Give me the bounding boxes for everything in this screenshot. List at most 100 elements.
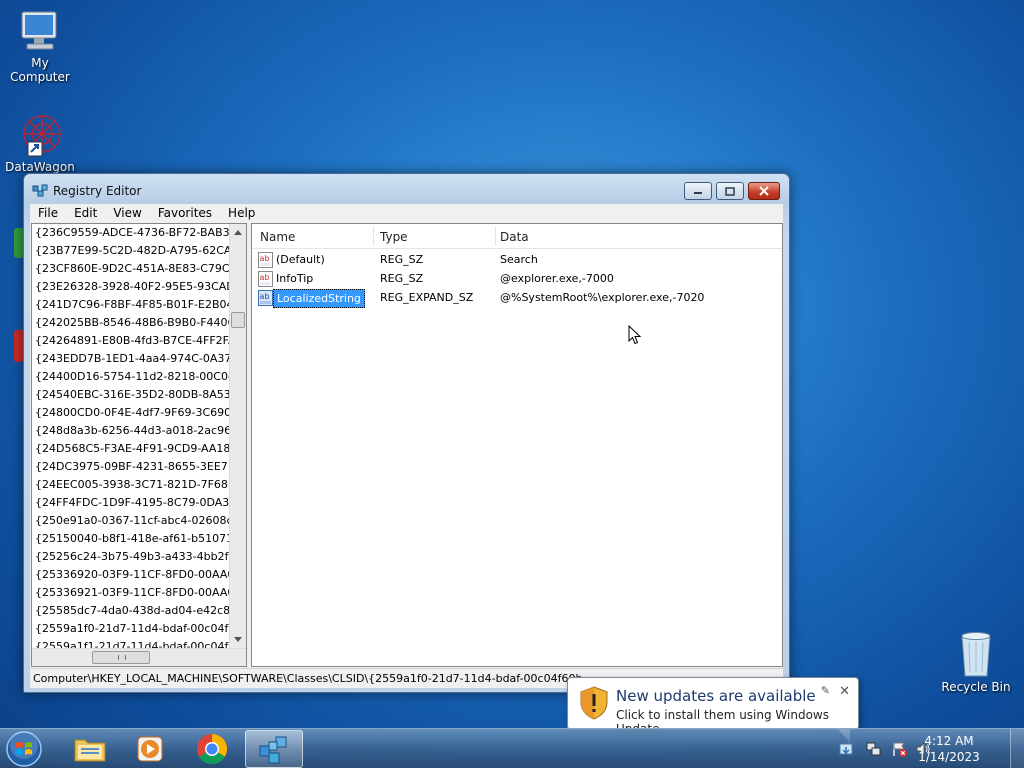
desktop-icon-my-computer[interactable]: My Computer	[0, 8, 80, 84]
tree-item[interactable]: {241D7C96-F8BF-4F85-B01F-E2B0433	[32, 296, 230, 314]
tree-item[interactable]: {24EEC005-3938-3C71-821D-7F68FD8	[32, 476, 230, 494]
tree-item[interactable]: {242025BB-8546-48B6-B9B0-F4406C5	[32, 314, 230, 332]
string-value-icon: ab	[258, 252, 273, 268]
action-center-tray-icon[interactable]	[891, 741, 907, 757]
taskbar-regedit-button[interactable]	[245, 730, 303, 768]
menu-bar: File Edit View Favorites Help	[30, 204, 783, 222]
tree-item[interactable]: {2559a1f1-21d7-11d4-bdaf-00c04f60	[32, 638, 230, 648]
tree-item[interactable]: {25256c24-3b75-49b3-a433-4bb2f886	[32, 548, 230, 566]
recycle-bin-icon	[961, 632, 991, 677]
tree-item[interactable]: {25336921-03F9-11CF-8FD0-00AA006	[32, 584, 230, 602]
mouse-cursor-icon	[628, 325, 642, 345]
tree-item[interactable]: {25150040-b8f1-418e-af61-b51071ac1	[32, 530, 230, 548]
tree-item[interactable]: {250e91a0-0367-11cf-abc4-02608c9e	[32, 512, 230, 530]
value-name: InfoTip	[276, 272, 314, 285]
scroll-thumb[interactable]	[92, 651, 150, 664]
registry-editor-window: Registry Editor File Edit View Favorites…	[23, 173, 790, 693]
tree-item[interactable]: {24FF4FDC-1D9F-4195-8C79-0DA392	[32, 494, 230, 512]
clock-time: 4:12 AM	[924, 734, 974, 748]
value-data: Search	[500, 253, 538, 266]
grip-icon	[118, 655, 126, 660]
desktop-icon-datawagon[interactable]: DataWagon	[0, 112, 80, 174]
tree-item[interactable]: {25336920-03F9-11CF-8FD0-00AA006	[32, 566, 230, 584]
tree-item[interactable]: {24264891-E80B-4fd3-B7CE-4FF2FAE	[32, 332, 230, 350]
close-button[interactable]	[748, 182, 780, 200]
column-divider[interactable]	[373, 226, 374, 246]
tree-item[interactable]: {23B77E99-5C2D-482D-A795-62CA3A	[32, 242, 230, 260]
client-area: {236C9559-ADCE-4736-BF72-BAB34E {23B77E99…	[30, 222, 783, 668]
tree-item[interactable]: {23E26328-3928-40F2-95E5-93CAD69	[32, 278, 230, 296]
minimize-icon	[694, 192, 702, 194]
balloon-title: New updates are available	[616, 687, 816, 705]
tree-item[interactable]: {24DC3975-09BF-4231-8655-3EE71F4	[32, 458, 230, 476]
svg-text:ab: ab	[260, 292, 270, 301]
taskbar-chrome-button[interactable]	[183, 730, 241, 768]
value-type: REG_SZ	[380, 253, 424, 266]
menu-view[interactable]: View	[105, 204, 149, 222]
system-clock[interactable]: 4:12 AM 1/14/2023	[914, 733, 984, 765]
desktop-icon-recycle-bin[interactable]: Recycle Bin	[936, 630, 1016, 694]
tree-item[interactable]: {24400D16-5754-11d2-8218-00C04FB	[32, 368, 230, 386]
column-header-type[interactable]: Type	[380, 230, 408, 244]
tree-item[interactable]: {25585dc7-4da0-438d-ad04-e42c8d2	[32, 602, 230, 620]
column-header-name[interactable]: Name	[260, 230, 295, 244]
taskbar-media-player-button[interactable]	[121, 730, 179, 768]
maximize-button[interactable]	[716, 182, 744, 200]
svg-text:ab: ab	[260, 254, 270, 263]
menu-favorites[interactable]: Favorites	[150, 204, 220, 222]
taskbar-explorer-button[interactable]	[61, 730, 119, 768]
desktop-icon-label: My Computer	[10, 56, 70, 84]
string-value-icon: ab	[258, 290, 273, 306]
tree-item[interactable]: {24D568C5-F3AE-4F91-9CD9-AA1887	[32, 440, 230, 458]
close-icon	[759, 186, 769, 196]
minimize-button[interactable]	[684, 182, 712, 200]
value-type: REG_EXPAND_SZ	[380, 291, 474, 304]
tree-vertical-scrollbar[interactable]	[229, 224, 246, 648]
balloon-close-button[interactable]: ✕	[839, 684, 850, 699]
key-tree-pane[interactable]: {236C9559-ADCE-4736-BF72-BAB34E {23B77E99…	[31, 223, 247, 667]
chrome-icon	[196, 734, 228, 765]
value-data: @%SystemRoot%\explorer.exe,-7020	[500, 291, 705, 304]
scroll-down-icon[interactable]	[234, 637, 242, 642]
svg-text:ab: ab	[260, 273, 270, 282]
tree-item[interactable]: {24800CD0-0F4E-4df7-9F69-3C6903C	[32, 404, 230, 422]
menu-file[interactable]: File	[30, 204, 66, 222]
tree-item[interactable]: {23CF860E-9D2C-451A-8E83-C79C84	[32, 260, 230, 278]
tree-item[interactable]: {2559a1f0-21d7-11d4-bdaf-00c04f60	[32, 620, 230, 638]
pin-icon[interactable]: ✎	[821, 684, 830, 697]
string-value-icon: ab	[258, 271, 273, 287]
window-title: Registry Editor	[53, 184, 142, 198]
taskbar: 4:12 AM 1/14/2023	[0, 728, 1024, 768]
value-row-selected[interactable]: ab LocalizedString REG_EXPAND_SZ @%Syste…	[252, 289, 772, 308]
value-name: (Default)	[276, 253, 325, 266]
clock-date: 1/14/2023	[918, 750, 980, 764]
column-divider[interactable]	[495, 226, 496, 246]
value-name: LocalizedString	[273, 289, 365, 308]
tree-horizontal-scrollbar[interactable]	[32, 648, 246, 666]
title-bar[interactable]: Registry Editor	[24, 174, 789, 204]
tree-item[interactable]: {243EDD7B-1ED1-4aa4-974C-0A370D	[32, 350, 230, 368]
update-notification-balloon[interactable]: New updates are available Click to insta…	[567, 677, 859, 743]
regedit-icon	[32, 184, 48, 197]
key-tree-list: {236C9559-ADCE-4736-BF72-BAB34E {23B77E99…	[32, 224, 230, 648]
windows-orb-icon	[6, 731, 42, 767]
value-row[interactable]: ab InfoTip REG_SZ @explorer.exe,-7000	[252, 270, 772, 289]
tree-item[interactable]: {24540EBC-316E-35D2-80DB-8A535C	[32, 386, 230, 404]
values-list-pane[interactable]: Name Type Data ab (Default) REG_SZ Searc…	[251, 223, 783, 667]
windows-update-tray-icon[interactable]	[838, 741, 854, 757]
tree-item[interactable]: {248d8a3b-6256-44d3-a018-2ac96c45	[32, 422, 230, 440]
maximize-icon	[725, 186, 735, 196]
scroll-up-icon[interactable]	[234, 230, 242, 235]
network-tray-icon[interactable]	[866, 741, 882, 757]
value-row[interactable]: ab (Default) REG_SZ Search	[252, 251, 772, 270]
media-player-icon	[137, 736, 163, 762]
menu-help[interactable]: Help	[220, 204, 263, 222]
scroll-thumb[interactable]	[231, 312, 245, 328]
show-desktop-button[interactable]	[1010, 729, 1024, 768]
value-type: REG_SZ	[380, 272, 424, 285]
menu-edit[interactable]: Edit	[66, 204, 105, 222]
start-button[interactable]	[4, 730, 48, 768]
tree-item[interactable]: {236C9559-ADCE-4736-BF72-BAB34E	[32, 224, 230, 242]
computer-icon	[21, 11, 57, 50]
column-header-data[interactable]: Data	[500, 230, 529, 244]
